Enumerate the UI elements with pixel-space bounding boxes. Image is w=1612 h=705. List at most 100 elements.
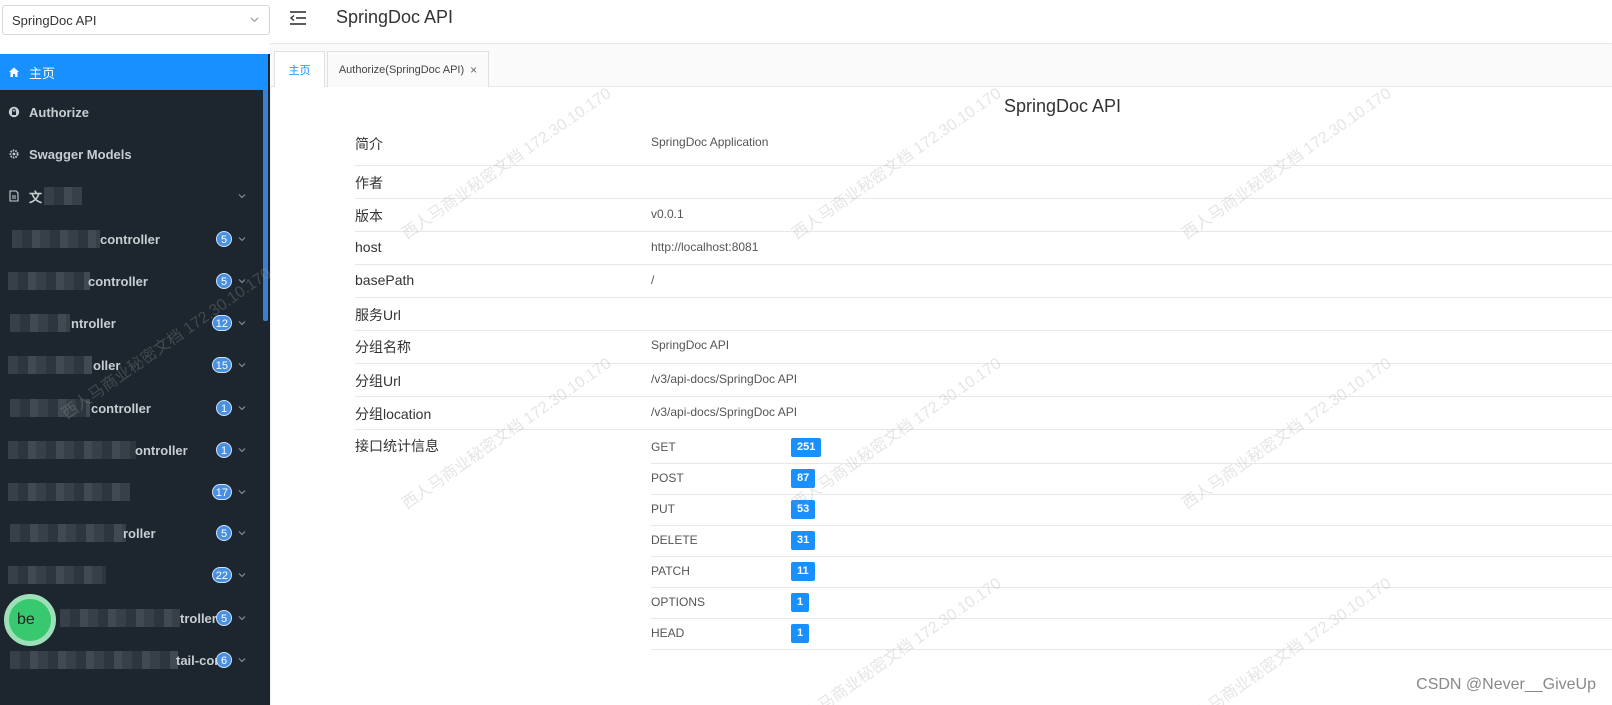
controller-label: roller xyxy=(123,525,156,541)
method-count-badge: 251 xyxy=(791,438,822,457)
count-badge: 1 xyxy=(216,400,232,416)
sidebar-item-label: 主页 xyxy=(29,65,56,81)
sidebar-item-controller[interactable]: oller 15 xyxy=(0,347,268,383)
sidebar-item-controller[interactable]: ontroller 1 xyxy=(0,432,268,468)
count-badge: 6 xyxy=(216,652,232,668)
info-value: /v3/api-docs/SpringDoc API xyxy=(651,405,798,419)
controller-label: oller xyxy=(93,357,121,373)
info-value: v0.0.1 xyxy=(651,207,684,221)
sidebar-item-home[interactable]: 主页 xyxy=(0,54,268,90)
method-count-badge: 31 xyxy=(791,531,816,550)
tab-bar: 主页 Authorize(SpringDoc API) × xyxy=(270,45,1612,87)
sidebar-item-authorize[interactable]: Authorize xyxy=(0,94,268,130)
redacted-block xyxy=(10,399,90,417)
chevron-down-icon xyxy=(250,17,259,23)
method-stat-row: PATCH 11 xyxy=(651,557,1612,588)
tab-authorize[interactable]: Authorize(SpringDoc API) × xyxy=(327,51,489,87)
count-badge: 22 xyxy=(211,567,232,583)
count-badge: 5 xyxy=(216,525,232,541)
sidebar-item-controller[interactable]: controller 1 xyxy=(0,390,268,426)
method-stat-row: OPTIONS 1 xyxy=(651,588,1612,619)
tab-home[interactable]: 主页 xyxy=(274,51,325,87)
count-badge: 17 xyxy=(211,484,232,500)
floating-avatar[interactable]: be xyxy=(4,594,56,646)
method-count-badge: 1 xyxy=(791,624,810,643)
controller-label: controller xyxy=(88,273,148,289)
sidebar-item-docs[interactable]: 文 xyxy=(0,178,268,214)
method-name: HEAD xyxy=(651,626,685,640)
sidebar-item-controller[interactable]: controller 5 xyxy=(0,263,268,299)
info-key: 服务Url xyxy=(355,307,401,323)
chevron-down-icon xyxy=(238,406,246,411)
redacted-block xyxy=(8,566,106,584)
sidebar-item-label: 文 xyxy=(29,189,43,205)
controller-label: controller xyxy=(91,400,151,416)
redacted-block xyxy=(8,441,136,459)
chevron-down-icon xyxy=(238,490,246,495)
sidebar-item-controller[interactable]: tail-contr 6 xyxy=(0,642,268,678)
close-icon[interactable]: × xyxy=(470,63,477,77)
method-stat-row: HEAD 1 xyxy=(651,619,1612,650)
redacted-block xyxy=(10,524,126,542)
count-badge: 12 xyxy=(211,315,232,331)
method-name: POST xyxy=(651,471,684,485)
info-row: host http://localhost:8081 xyxy=(355,232,1612,265)
info-row: 简介 SpringDoc Application xyxy=(355,124,1612,166)
chevron-down-icon xyxy=(238,363,246,368)
sidebar-item-controller[interactable]: 22 xyxy=(0,557,268,593)
info-row: 版本 v0.0.1 xyxy=(355,199,1612,232)
method-stat-row: POST 87 xyxy=(651,464,1612,495)
method-name: PATCH xyxy=(651,564,690,578)
info-row: 作者 xyxy=(355,166,1612,199)
document-icon xyxy=(9,190,19,202)
method-stat-row: PUT 53 xyxy=(651,495,1612,526)
home-icon xyxy=(9,67,19,77)
method-name: GET xyxy=(651,440,676,454)
chevron-down-icon xyxy=(238,531,246,536)
count-badge: 1 xyxy=(216,442,232,458)
count-badge: 5 xyxy=(216,610,232,626)
info-key: 简介 xyxy=(355,136,383,152)
gear-icon xyxy=(9,149,19,159)
redacted-block xyxy=(8,272,90,290)
info-row: 分组Url /v3/api-docs/SpringDoc API xyxy=(355,364,1612,397)
info-key: 分组Url xyxy=(355,373,401,389)
count-badge: 5 xyxy=(216,231,232,247)
chevron-down-icon xyxy=(238,616,246,621)
controller-label: ontroller xyxy=(135,442,188,458)
chevron-down-icon xyxy=(238,279,246,284)
info-value: /v3/api-docs/SpringDoc API xyxy=(651,372,798,386)
info-key: 分组名称 xyxy=(355,339,411,355)
method-name: DELETE xyxy=(651,533,698,547)
redacted-block xyxy=(8,483,130,501)
credit-watermark: CSDN @Never__GiveUp xyxy=(1416,676,1596,693)
info-key: 版本 xyxy=(355,208,383,224)
menu-collapse-icon[interactable] xyxy=(288,9,308,27)
info-value: / xyxy=(651,273,655,287)
tab-label: 主页 xyxy=(288,64,311,77)
chevron-down-icon xyxy=(238,321,246,326)
count-badge: 15 xyxy=(211,357,232,373)
info-row: 服务Url xyxy=(355,298,1612,331)
info-value: SpringDoc Application xyxy=(651,135,769,149)
group-select[interactable]: SpringDoc API xyxy=(2,5,270,35)
avatar-text: be xyxy=(17,611,35,628)
count-badge: 5 xyxy=(216,273,232,289)
controller-label: controller xyxy=(100,231,160,247)
redacted-block xyxy=(44,187,82,205)
sidebar-item-controller[interactable]: roller 5 xyxy=(0,515,268,551)
method-count-badge: 53 xyxy=(791,500,816,519)
info-row: basePath / xyxy=(355,265,1612,298)
sidebar-item-label: Authorize xyxy=(29,104,89,120)
method-count-badge: 87 xyxy=(791,469,816,488)
sidebar-item-controller[interactable]: ntroller 12 xyxy=(0,305,268,341)
redacted-block xyxy=(10,314,70,332)
chevron-down-icon xyxy=(238,194,246,199)
sidebar-item-swagger-models[interactable]: Swagger Models xyxy=(0,136,268,172)
page-title: SpringDoc API xyxy=(336,7,454,27)
main-content: SpringDoc API 简介 SpringDoc Application 作… xyxy=(270,87,1612,705)
group-select-value: SpringDoc API xyxy=(12,13,97,28)
sidebar-item-controller[interactable]: controller 5 xyxy=(0,221,268,257)
method-name: OPTIONS xyxy=(651,595,706,609)
sidebar-item-controller[interactable]: 17 xyxy=(0,474,268,510)
